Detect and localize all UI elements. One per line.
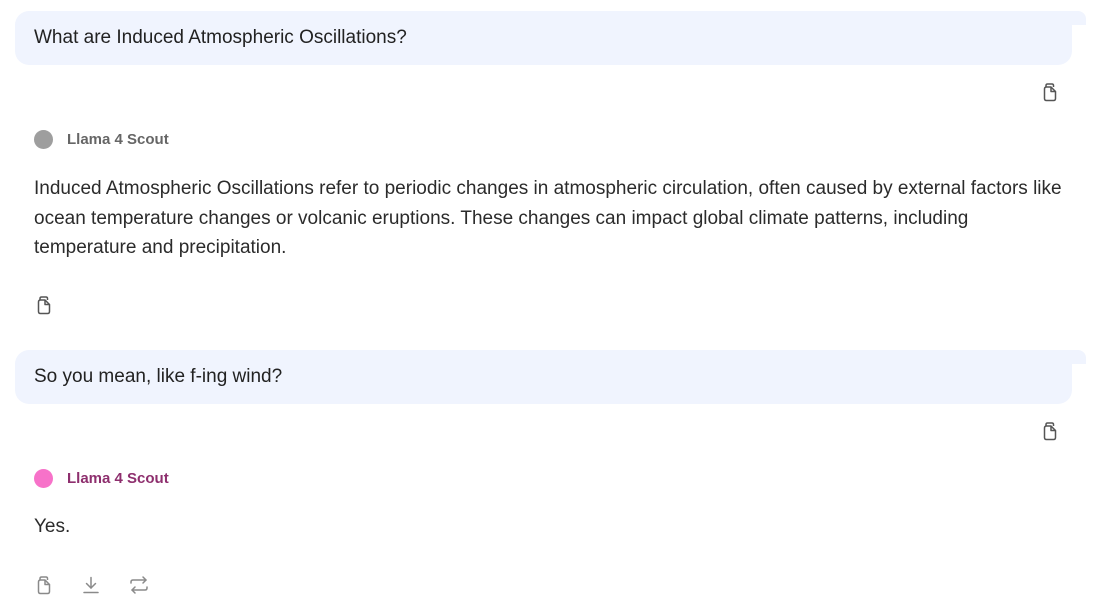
copy-icon [37, 576, 51, 595]
copy-user-message-button[interactable] [1039, 420, 1061, 442]
copy-icon [1043, 83, 1057, 102]
copy-icon [37, 296, 51, 315]
model-name: Llama 4 Scout [67, 469, 169, 487]
user-message-bubble: What are Induced Atmospheric Oscillation… [15, 11, 1086, 65]
copy-assistant-message-button[interactable] [33, 574, 55, 596]
user-message-text: So you mean, like f-ing wind? [34, 366, 283, 387]
download-button[interactable] [80, 574, 102, 596]
avatar [34, 129, 53, 149]
download-icon [83, 576, 99, 594]
assistant-message-text: Yes. [34, 516, 71, 537]
assistant-message-header: Llama 4 Scout [34, 467, 169, 489]
copy-assistant-message-button[interactable] [33, 294, 55, 316]
copy-icon [1043, 422, 1057, 441]
model-name: Llama 4 Scout [67, 130, 169, 148]
regenerate-icon [130, 576, 148, 594]
user-message-bubble: So you mean, like f-ing wind? [15, 350, 1086, 404]
user-message-text: What are Induced Atmospheric Oscillation… [34, 27, 407, 48]
copy-user-message-button[interactable] [1039, 81, 1061, 103]
assistant-message-text: Induced Atmospheric Oscillations refer t… [34, 178, 1062, 258]
regenerate-button[interactable] [128, 574, 150, 596]
avatar [34, 468, 53, 488]
assistant-message-header: Llama 4 Scout [34, 128, 169, 150]
